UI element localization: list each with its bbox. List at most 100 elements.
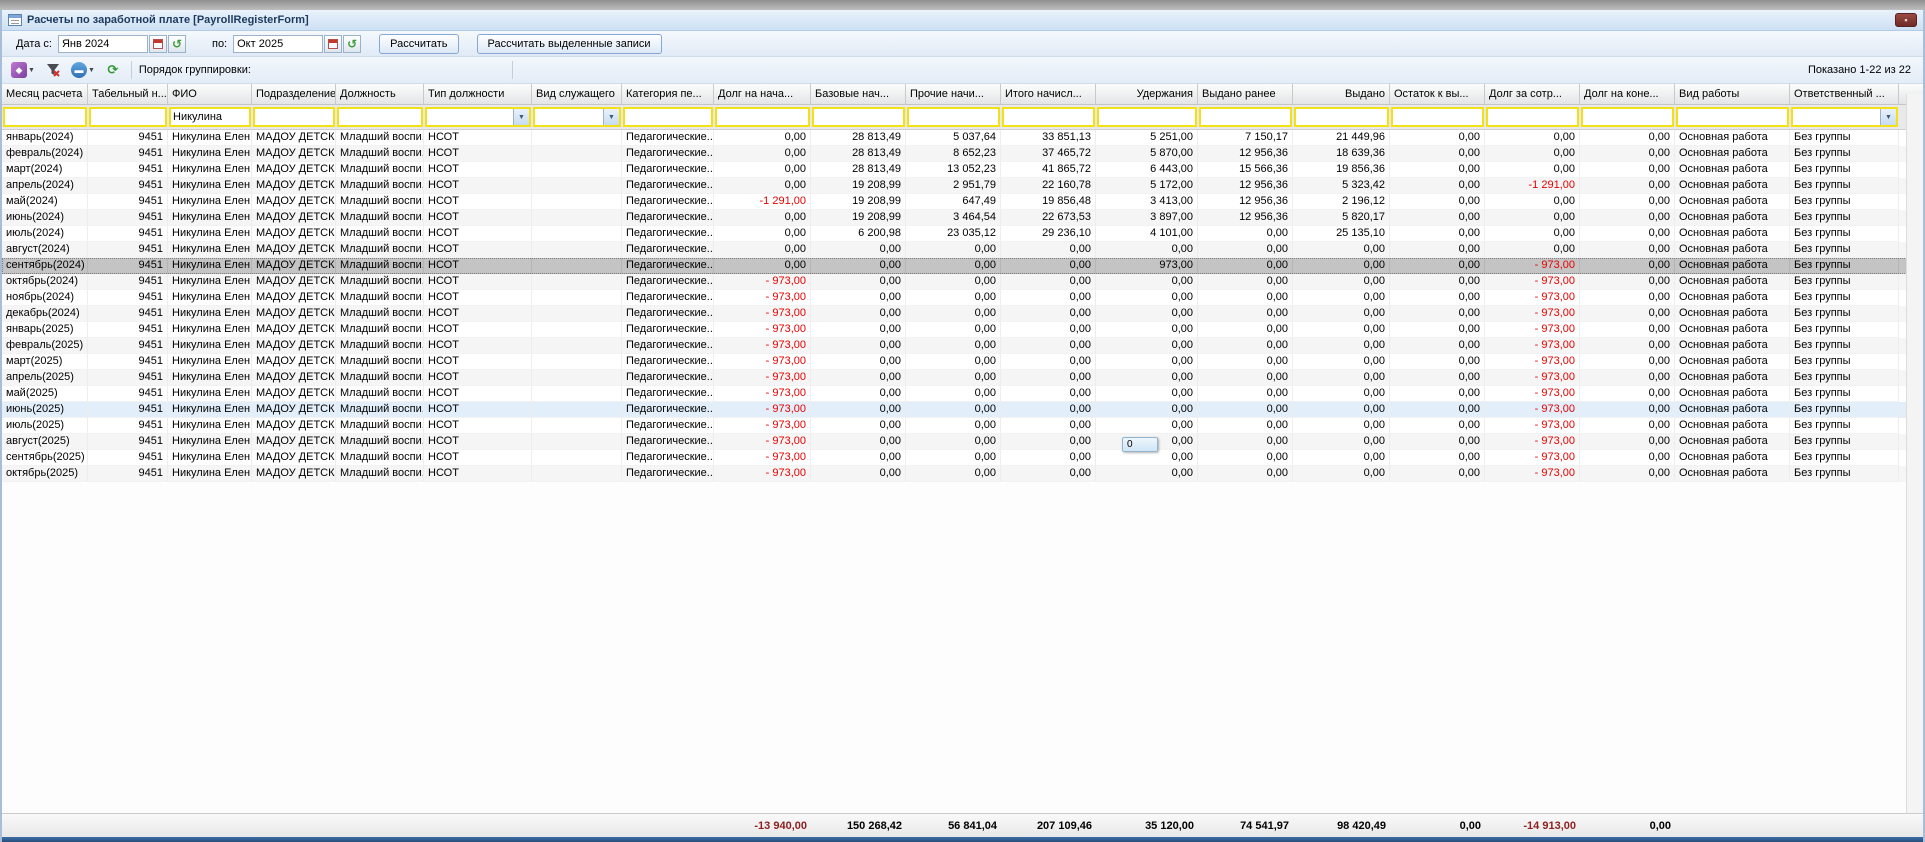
table-row[interactable]: февраль(2024) 9451 Никулина Елен... МАДОУ Д…	[2, 146, 1923, 162]
date-to-input[interactable]	[233, 34, 324, 53]
filter-input-other_acc[interactable]	[909, 109, 998, 125]
filter-input-debt_start[interactable]	[717, 109, 808, 125]
table-row[interactable]: декабрь(2024) 9451 Никулина Елен... МАДОУ Д…	[2, 306, 1923, 322]
date-from-refresh-button[interactable]: ↺	[167, 34, 186, 53]
table-row[interactable]: март(2025) 9451 Никулина Елен... МАДОУ ДЕТС…	[2, 354, 1923, 370]
refresh-button[interactable]: ⟳	[102, 60, 124, 80]
column-header-emptype[interactable]: Вид служащего	[532, 84, 622, 104]
filter-input-postype[interactable]	[427, 109, 513, 125]
table-row[interactable]: июнь(2024) 9451 Никулина Елен... МАДОУ ДЕТС…	[2, 210, 1923, 226]
column-header-paid[interactable]: Выдано	[1293, 84, 1390, 104]
date-from-calendar-button[interactable]	[148, 34, 167, 53]
cell-department: МАДОУ ДЕТСКИ...	[252, 434, 336, 450]
date-to-refresh-button[interactable]: ↺	[343, 34, 362, 53]
column-header-paid_before[interactable]: Выдано ранее	[1198, 84, 1293, 104]
column-header-debt_start[interactable]: Долг на нача...	[714, 84, 811, 104]
filter-input-withheld[interactable]	[1099, 109, 1195, 125]
column-header-debt_emp[interactable]: Долг за сотр...	[1485, 84, 1580, 104]
cell-position: Младший воспи...	[336, 434, 424, 450]
table-row[interactable]: август(2024) 9451 Никулина Елен... МАДОУ ДЕ…	[2, 242, 1923, 258]
cell-category: Педагогические...	[622, 290, 714, 306]
column-header-worktype[interactable]: Вид работы	[1675, 84, 1790, 104]
cell-department: МАДОУ ДЕТСКИ...	[252, 466, 336, 482]
table-row[interactable]: май(2024) 9451 Никулина Елен... МАДОУ ДЕТСК…	[2, 194, 1923, 210]
calendar-icon	[152, 38, 163, 49]
filter-input-base_acc[interactable]	[814, 109, 903, 125]
table-row[interactable]: август(2025) 9451 Никулина Елен... МАДОУ ДЕ…	[2, 434, 1923, 450]
column-header-tabel[interactable]: Табельный н...	[88, 84, 168, 104]
column-header-remainder[interactable]: Остаток к вы...	[1390, 84, 1485, 104]
green-refresh-icon: ↺	[347, 36, 358, 51]
filter-dropdown-trigger-postype[interactable]: ▼	[513, 109, 529, 125]
table-row[interactable]: сентябрь(2024) 9451 Никулина Елен... МАДОУ …	[2, 258, 1923, 274]
filter-cell-base_acc	[811, 105, 906, 129]
table-row[interactable]: июль(2025) 9451 Никулина Елен... МАДОУ ДЕТС…	[2, 418, 1923, 434]
filter-input-position[interactable]	[339, 109, 421, 125]
filter-input-responsible[interactable]	[1793, 109, 1880, 125]
filter-input-department[interactable]	[255, 109, 333, 125]
clear-filter-button[interactable]	[42, 60, 64, 80]
table-row[interactable]: октябрь(2024) 9451 Никулина Елен... МАДОУ Д…	[2, 274, 1923, 290]
column-header-debt_end[interactable]: Долг на коне...	[1580, 84, 1675, 104]
column-header-total_acc[interactable]: Итого начисл...	[1001, 84, 1096, 104]
cell-department: МАДОУ ДЕТСКИ...	[252, 322, 336, 338]
column-header-responsible[interactable]: Ответственный ...	[1790, 84, 1899, 104]
calculate-button[interactable]: Рассчитать	[379, 33, 459, 54]
column-header-withheld[interactable]: Удержания	[1096, 84, 1198, 104]
cell-base_acc: 0,00	[811, 402, 906, 418]
cell-category: Педагогические...	[622, 306, 714, 322]
date-to-calendar-button[interactable]	[324, 34, 343, 53]
table-row[interactable]: июль(2024) 9451 Никулина Елен... МАДОУ ДЕТС…	[2, 226, 1923, 242]
column-header-postype[interactable]: Тип должности	[424, 84, 532, 104]
filter-input-fio[interactable]	[171, 109, 249, 125]
cell-position: Младший воспи...	[336, 178, 424, 194]
filter-input-paid[interactable]	[1296, 109, 1387, 125]
filter-cell-fio	[168, 105, 252, 129]
table-row[interactable]: май(2025) 9451 Никулина Елен... МАДОУ ДЕТСК…	[2, 386, 1923, 402]
filter-input-month[interactable]	[5, 109, 85, 125]
filter-input-remainder[interactable]	[1393, 109, 1482, 125]
column-header-base_acc[interactable]: Базовые нач...	[811, 84, 906, 104]
column-header-fio[interactable]: ФИО	[168, 84, 252, 104]
filter-input-debt_end[interactable]	[1583, 109, 1672, 125]
filter-input-emptype[interactable]	[535, 109, 603, 125]
column-header-month[interactable]: Месяц расчета	[2, 84, 88, 104]
table-row[interactable]: июнь(2025) 9451 Никулина Елен... МАДОУ ДЕТС…	[2, 402, 1923, 418]
filter-input-debt_emp[interactable]	[1488, 109, 1577, 125]
vertical-scrollbar[interactable]	[1906, 94, 1923, 813]
filter-input-paid_before[interactable]	[1201, 109, 1290, 125]
column-header-department[interactable]: Подразделение	[252, 84, 336, 104]
filter-dropdown-trigger-responsible[interactable]: ▼	[1880, 109, 1896, 125]
filter-input-worktype[interactable]	[1678, 109, 1787, 125]
cell-category: Педагогические...	[622, 370, 714, 386]
calculate-selected-button[interactable]: Рассчитать выделенные записи	[476, 33, 662, 54]
column-header-category[interactable]: Категория пе...	[622, 84, 714, 104]
cell-withheld: 0,00	[1096, 306, 1198, 322]
column-header-other_acc[interactable]: Прочие начи...	[906, 84, 1001, 104]
filter-dropdown-trigger-emptype[interactable]: ▼	[603, 109, 619, 125]
close-icon[interactable]: ▪	[1895, 13, 1917, 27]
export-button[interactable]: ◆ ▼	[8, 60, 38, 80]
cell-debt_start: 0,00	[714, 242, 811, 258]
table-row[interactable]: ноябрь(2024) 9451 Никулина Елен... МАДОУ ДЕ…	[2, 290, 1923, 306]
table-row[interactable]: апрель(2024) 9451 Никулина Елен... МАДОУ ДЕ…	[2, 178, 1923, 194]
table-row[interactable]: январь(2025) 9451 Никулина Елен... МАДОУ ДЕ…	[2, 322, 1923, 338]
date-to-group: ↺	[233, 34, 362, 53]
filter-input-total_acc[interactable]	[1004, 109, 1093, 125]
table-row[interactable]: февраль(2025) 9451 Никулина Елен... МАДОУ Д…	[2, 338, 1923, 354]
cell-worktype: Основная работа	[1675, 338, 1790, 354]
print-button[interactable]: ▬ ▼	[68, 60, 98, 80]
date-from-input[interactable]	[57, 34, 148, 53]
table-row[interactable]: январь(2024) 9451 Никулина Елен... МАДОУ ДЕ…	[2, 130, 1923, 146]
cell-department: МАДОУ ДЕТСКИ...	[252, 194, 336, 210]
cell-paid: 5 820,17	[1293, 210, 1390, 226]
table-row[interactable]: сентябрь(2025) 9451 Никулина Елен... МАДОУ …	[2, 450, 1923, 466]
filter-input-tabel[interactable]	[91, 109, 165, 125]
cell-emptype	[532, 354, 622, 370]
filter-input-category[interactable]	[625, 109, 711, 125]
column-header-position[interactable]: Должность	[336, 84, 424, 104]
cell-position: Младший воспи...	[336, 370, 424, 386]
table-row[interactable]: март(2024) 9451 Никулина Елен... МАДОУ ДЕТС…	[2, 162, 1923, 178]
table-row[interactable]: октябрь(2025) 9451 Никулина Елен... МАДОУ Д…	[2, 466, 1923, 482]
table-row[interactable]: апрель(2025) 9451 Никулина Елен... МАДОУ ДЕ…	[2, 370, 1923, 386]
